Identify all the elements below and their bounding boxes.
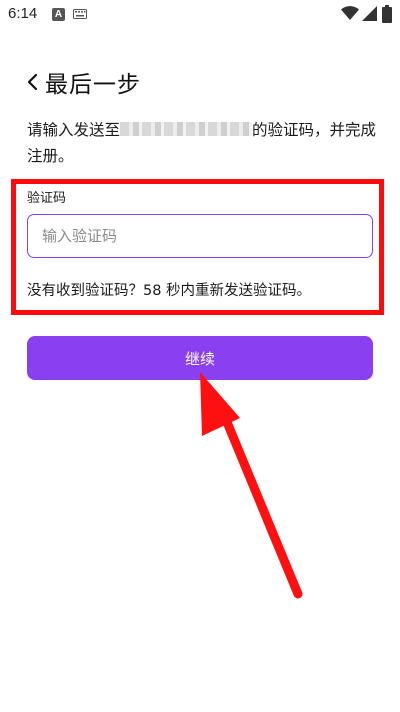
- status-time: 6:14: [8, 5, 38, 22]
- chevron-left-icon[interactable]: [26, 72, 40, 92]
- masked-email: [120, 122, 253, 136]
- instruction-prefix: 请输入发送至: [27, 121, 121, 139]
- continue-button[interactable]: 继续: [27, 336, 373, 380]
- wifi-icon: [341, 6, 359, 20]
- keyboard-icon: [73, 9, 87, 19]
- instruction-text: 请输入发送至 的验证码，并完成注册。: [27, 117, 377, 169]
- annotation-highlight-frame: [11, 179, 384, 315]
- signal-icon: [362, 6, 377, 21]
- page-title: 最后一步: [45, 72, 141, 98]
- a-notification-icon: A: [52, 8, 65, 21]
- status-bar: 6:14 A: [0, 0, 400, 30]
- battery-icon: [382, 5, 392, 23]
